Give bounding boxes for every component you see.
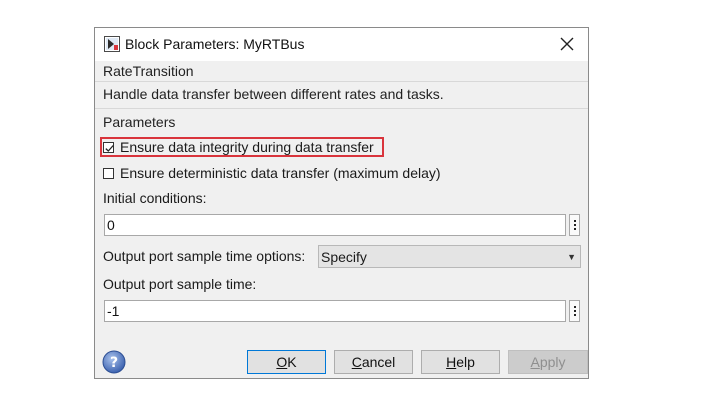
sample-time-options-value: Specify bbox=[321, 248, 367, 265]
initial-conditions-menu-button[interactable] bbox=[569, 214, 580, 236]
dot-icon bbox=[573, 310, 576, 312]
dot-icon bbox=[573, 306, 576, 308]
ensure-deterministic-label: Ensure deterministic data transfer (maxi… bbox=[120, 165, 441, 181]
sample-time-options-select[interactable]: Specify ▼ bbox=[318, 245, 581, 268]
close-button[interactable] bbox=[556, 33, 578, 55]
cancel-button-label: Cancel bbox=[351, 354, 396, 370]
apply-button[interactable]: Apply bbox=[508, 350, 588, 374]
sample-time-input[interactable] bbox=[104, 300, 566, 322]
dropdown-arrow-icon: ▼ bbox=[567, 252, 576, 262]
sample-time-label: Output port sample time: bbox=[103, 276, 257, 292]
ok-button-label: OK bbox=[276, 354, 297, 370]
initial-conditions-label: Initial conditions: bbox=[103, 190, 207, 206]
dot-icon bbox=[573, 314, 576, 316]
help-button[interactable]: Help bbox=[421, 350, 500, 374]
dot-icon bbox=[573, 224, 576, 226]
dot-icon bbox=[573, 228, 576, 230]
sample-time-menu-button[interactable] bbox=[569, 300, 580, 322]
block-parameters-dialog: Block Parameters: MyRTBus RateTransition… bbox=[94, 27, 589, 379]
help-button-label: Help bbox=[446, 354, 475, 370]
block-type-label: RateTransition bbox=[103, 63, 194, 79]
ensure-deterministic-checkbox-row[interactable]: Ensure deterministic data transfer (maxi… bbox=[103, 163, 441, 183]
close-icon bbox=[560, 37, 574, 51]
apply-button-label: Apply bbox=[530, 354, 566, 370]
window-title: Block Parameters: MyRTBus bbox=[125, 36, 305, 52]
svg-text:?: ? bbox=[110, 355, 118, 371]
simulink-block-icon bbox=[104, 36, 120, 52]
block-description: Handle data transfer between different r… bbox=[103, 86, 444, 102]
dot-icon bbox=[573, 220, 576, 222]
highlight-annotation-box bbox=[100, 137, 384, 157]
ensure-deterministic-checkbox[interactable] bbox=[103, 167, 114, 179]
ok-button[interactable]: OK bbox=[247, 350, 326, 374]
title-bar: Block Parameters: MyRTBus bbox=[95, 28, 588, 61]
divider bbox=[95, 108, 588, 109]
initial-conditions-input[interactable] bbox=[104, 214, 566, 236]
divider bbox=[95, 81, 588, 82]
cancel-button[interactable]: Cancel bbox=[334, 350, 413, 374]
sample-time-options-label: Output port sample time options: bbox=[103, 248, 306, 264]
parameters-section-label: Parameters bbox=[103, 114, 176, 130]
help-question-icon[interactable]: ? bbox=[102, 350, 126, 374]
